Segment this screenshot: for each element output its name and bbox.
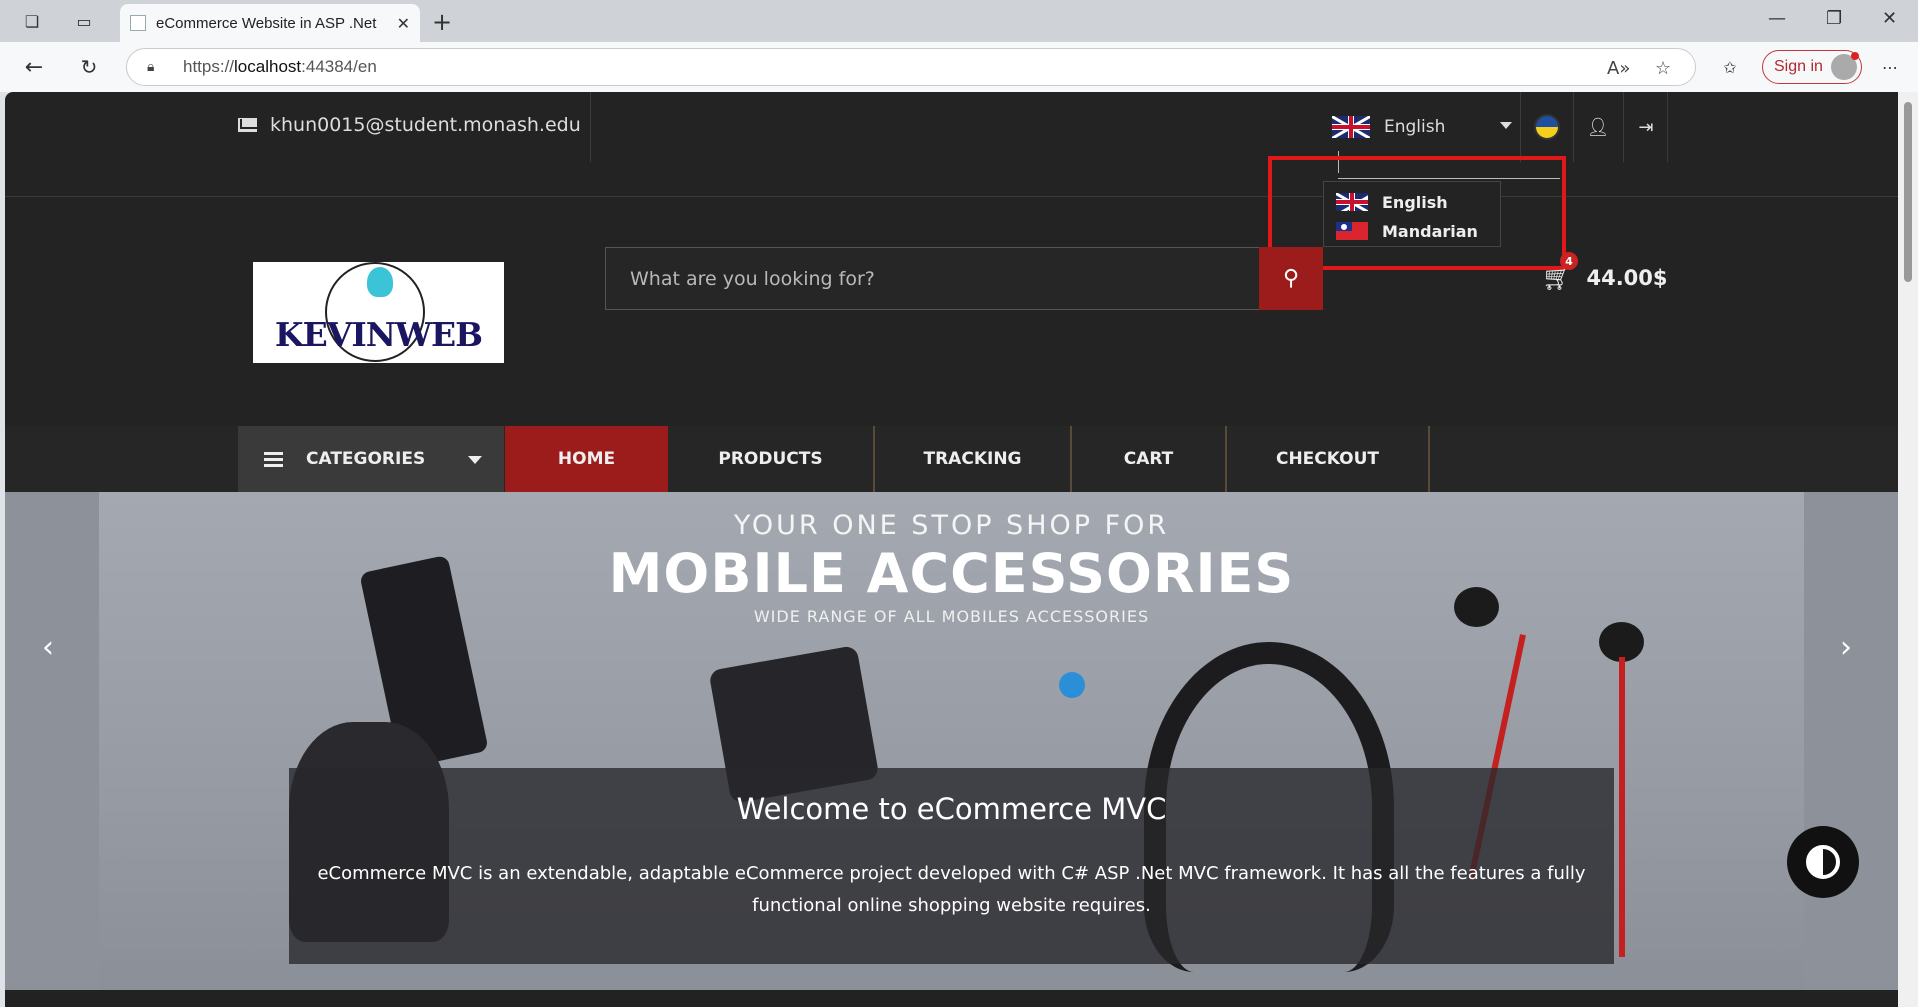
search-input[interactable]	[606, 248, 1256, 309]
browser-tab-bar: ❏ ▭ eCommerce Website in ASP .Net ✕ + — …	[0, 0, 1918, 42]
nav-checkout[interactable]: CHECKOUT	[1227, 426, 1430, 492]
chevron-down-icon	[468, 456, 482, 464]
read-aloud-icon[interactable]: A»	[1607, 49, 1630, 87]
cart-icon: 🛒︎ 4	[1542, 252, 1578, 292]
uk-flag-icon	[1332, 116, 1370, 138]
theme-toggle-button[interactable]	[1787, 826, 1859, 898]
carousel-prev-icon[interactable]: ‹	[42, 630, 54, 665]
hamburger-icon	[264, 449, 283, 470]
divider	[1667, 92, 1668, 162]
more-options-icon[interactable]: ⋯	[1878, 55, 1902, 79]
close-window-icon[interactable]: ✕	[1882, 8, 1897, 29]
nav-tracking[interactable]: TRACKING	[875, 426, 1072, 492]
tab-title: eCommerce Website in ASP .Net	[156, 14, 377, 32]
lock-icon[interactable]: 🔒︎	[147, 59, 165, 75]
search-icon: ⚲	[1282, 266, 1300, 291]
hero-slide: YOUR ONE STOP SHOP FOR MOBILE ACCESSORIE…	[99, 492, 1804, 1007]
url-field[interactable]: 🔒︎ https://localhost:44384/en A» ☆	[126, 48, 1696, 86]
skull-icon	[367, 267, 393, 297]
divider	[1623, 92, 1624, 162]
back-icon[interactable]: ←	[22, 55, 46, 80]
red-cable-image	[1619, 657, 1625, 957]
tab-actions-icon[interactable]: ▭	[72, 9, 96, 33]
notification-dot	[1851, 52, 1859, 60]
page-scrollbar[interactable]	[1898, 92, 1918, 1007]
sign-in-label: Sign in	[1774, 58, 1823, 75]
main-nav: CATEGORIES HOME PRODUCTS TRACKING CART C…	[5, 426, 1898, 492]
red-earphone-left-image	[1454, 587, 1499, 627]
blue-earphone-image	[1059, 672, 1085, 698]
restore-icon[interactable]: ❐	[1826, 8, 1842, 29]
search-button[interactable]: ⚲	[1259, 247, 1323, 310]
workspaces-icon[interactable]: ❏	[20, 9, 44, 33]
search-bar: ⚲	[605, 247, 1323, 310]
language-select-value: English	[1384, 117, 1446, 137]
red-earphone-right-image	[1599, 622, 1644, 662]
page-favicon-icon	[130, 15, 146, 31]
hero-line3: WIDE RANGE OF ALL MOBILES ACCESSORIES	[753, 607, 1150, 626]
caption-text: eCommerce MVC is an extendable, adaptabl…	[317, 863, 1586, 916]
logo-text: KEVINWEB	[274, 315, 483, 354]
ukraine-flag-icon[interactable]	[1532, 112, 1562, 142]
divider	[590, 92, 591, 162]
url-rest: :44384/en	[301, 57, 377, 76]
url-text: https://localhost:44384/en	[183, 57, 377, 77]
url-host: localhost	[234, 57, 302, 76]
user-settings-icon[interactable]: 👤︎	[1583, 112, 1613, 142]
hero-line1: YOUR ONE STOP SHOP FOR	[733, 510, 1170, 541]
nav-home[interactable]: HOME	[505, 426, 668, 492]
scroll-thumb[interactable]	[1904, 102, 1912, 282]
nav-products[interactable]: PRODUCTS	[668, 426, 875, 492]
hero-caption: Welcome to eCommerce MVC eCommerce MVC i…	[289, 768, 1614, 964]
site-logo[interactable]: KEVINWEB	[253, 262, 504, 363]
refresh-icon[interactable]: ↻	[77, 55, 101, 79]
divider	[1520, 92, 1521, 162]
envelope-icon	[238, 118, 257, 132]
email-info: khun0015@student.monash.edu	[238, 114, 581, 136]
url-prefix: https://	[183, 57, 235, 76]
divider	[1573, 92, 1574, 162]
address-bar: ← ↻ 🔒︎ https://localhost:44384/en A» ☆ ✩…	[0, 42, 1918, 92]
cart-total: 44.00$	[1586, 266, 1668, 290]
nav-cart[interactable]: CART	[1072, 426, 1227, 492]
mini-cart[interactable]: 🛒︎ 4 44.00$	[1542, 252, 1668, 292]
sign-in-button[interactable]: Sign in	[1762, 50, 1862, 84]
page-viewport: khun0015@student.monash.edu English 👤︎ ⇥…	[5, 92, 1898, 1007]
hero-line2: MOBILE ACCESSORIES	[608, 542, 1295, 605]
minimize-icon[interactable]: —	[1768, 8, 1786, 29]
logout-icon[interactable]: ⇥	[1631, 112, 1661, 142]
favorites-icon[interactable]: ✩	[1718, 55, 1742, 79]
page-bottom-strip	[5, 990, 1898, 1007]
cart-count-badge: 4	[1560, 252, 1578, 270]
close-tab-icon[interactable]: ✕	[397, 14, 410, 33]
chevron-down-icon	[1500, 122, 1512, 129]
favorite-star-icon[interactable]: ☆	[1655, 49, 1671, 87]
browser-tab[interactable]: eCommerce Website in ASP .Net ✕	[120, 4, 420, 42]
contrast-icon	[1806, 845, 1840, 879]
carousel-next-icon[interactable]: ›	[1840, 630, 1852, 665]
categories-menu[interactable]: CATEGORIES	[238, 426, 504, 492]
email-text: khun0015@student.monash.edu	[270, 114, 581, 136]
new-tab-icon[interactable]: +	[432, 8, 452, 36]
language-select[interactable]: English	[1332, 112, 1512, 142]
categories-label: CATEGORIES	[306, 449, 426, 469]
top-header: khun0015@student.monash.edu English 👤︎ ⇥	[5, 92, 1898, 197]
caption-title: Welcome to eCommerce MVC	[736, 792, 1167, 826]
